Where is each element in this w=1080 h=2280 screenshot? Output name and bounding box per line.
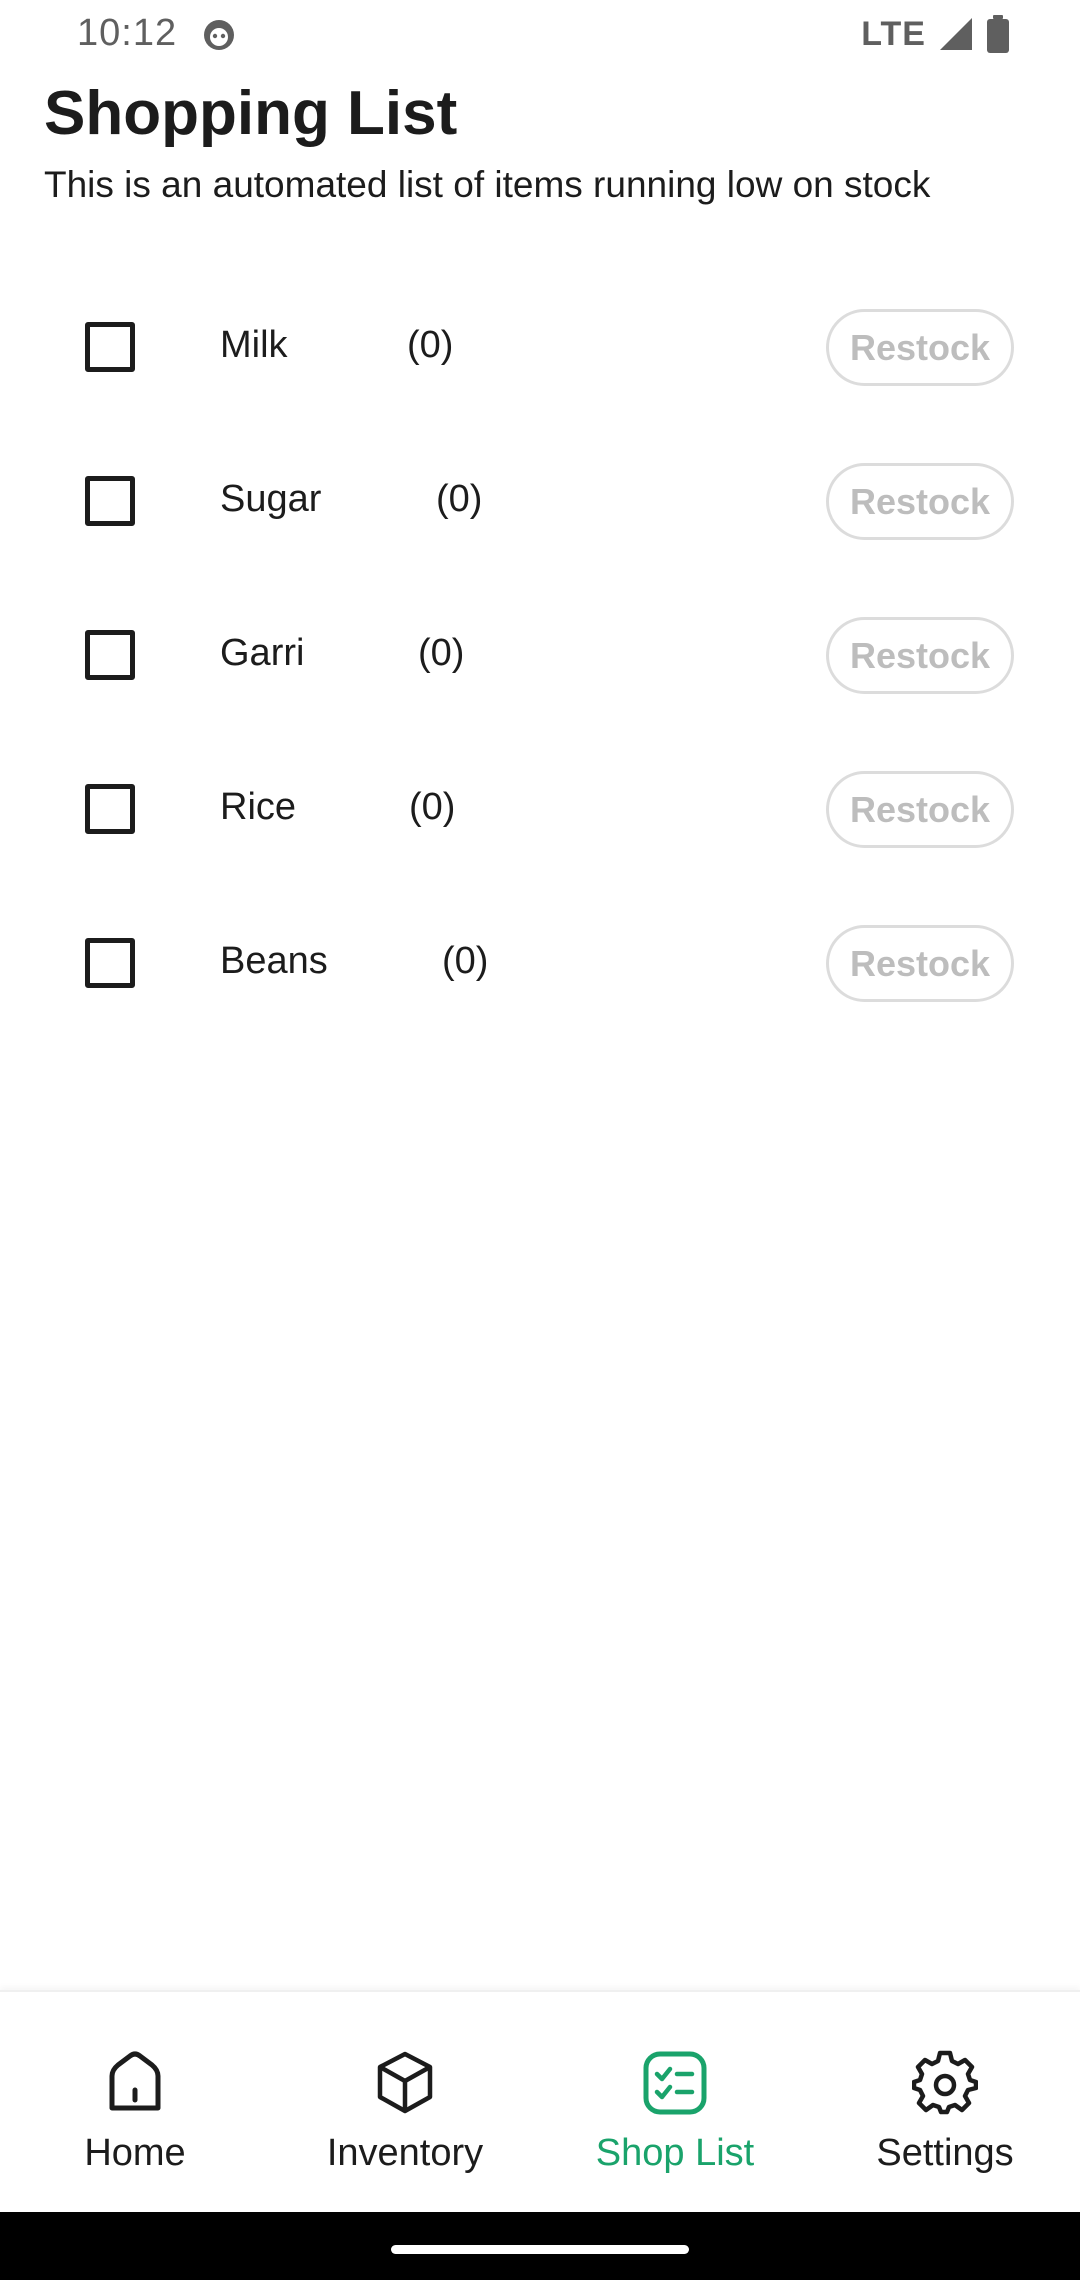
- shopping-list: Milk (0) Restock Sugar (0) Restock Garri…: [0, 270, 1080, 1040]
- system-navigation-bar: [0, 2212, 1080, 2280]
- network-type: LTE: [861, 14, 926, 53]
- restock-button[interactable]: Restock: [826, 771, 1014, 848]
- list-item: Beans (0) Restock: [0, 886, 1080, 1040]
- status-time: 10:12: [77, 12, 178, 54]
- nav-item-home[interactable]: Home: [0, 1992, 270, 2214]
- item-checkbox[interactable]: [85, 322, 135, 372]
- restock-button[interactable]: Restock: [826, 925, 1014, 1002]
- nav-label-settings: Settings: [876, 2132, 1014, 2174]
- list-item: Garri (0) Restock: [0, 578, 1080, 732]
- item-quantity: (0): [436, 478, 483, 520]
- signal-icon: [940, 18, 972, 50]
- item-checkbox[interactable]: [85, 784, 135, 834]
- restock-button[interactable]: Restock: [826, 617, 1014, 694]
- page-subtitle: This is an automated list of items runni…: [44, 164, 931, 205]
- screen: 10:12 LTE Shopping List This is an autom…: [0, 0, 1080, 2280]
- nav-item-shop-list[interactable]: Shop List: [540, 1992, 810, 2214]
- nav-item-inventory[interactable]: Inventory: [270, 1992, 540, 2214]
- box-icon: [377, 2051, 433, 2114]
- list-item: Milk (0) Restock: [0, 270, 1080, 424]
- nav-label-shop-list: Shop List: [595, 2132, 755, 2174]
- item-name: Milk: [220, 324, 288, 366]
- item-quantity: (0): [407, 324, 454, 366]
- home-gesture-handle[interactable]: [391, 2245, 689, 2254]
- item-checkbox[interactable]: [85, 476, 135, 526]
- nav-item-settings[interactable]: Settings: [810, 1992, 1080, 2214]
- list-item: Sugar (0) Restock: [0, 424, 1080, 578]
- item-name: Sugar: [220, 478, 322, 520]
- item-name: Garri: [220, 632, 305, 674]
- item-quantity: (0): [418, 632, 465, 674]
- item-name: Rice: [220, 786, 297, 828]
- item-checkbox[interactable]: [85, 630, 135, 680]
- status-right: LTE: [861, 14, 1010, 54]
- gear-icon: [912, 2050, 978, 2115]
- battery-icon: [987, 15, 1009, 53]
- item-quantity: (0): [409, 786, 456, 828]
- restock-button[interactable]: Restock: [826, 309, 1014, 386]
- nav-label-inventory: Inventory: [326, 2132, 484, 2174]
- page-title: Shopping List: [44, 79, 458, 148]
- item-quantity: (0): [442, 940, 489, 982]
- item-checkbox[interactable]: [85, 938, 135, 988]
- nav-label-home: Home: [84, 2132, 186, 2174]
- list-item: Rice (0) Restock: [0, 732, 1080, 886]
- restock-button[interactable]: Restock: [826, 463, 1014, 540]
- app-notification-icon: [204, 20, 234, 50]
- bottom-navigation: Home Inventory Shop List Settings: [0, 1990, 1080, 2212]
- checklist-icon: [643, 2051, 707, 2115]
- home-icon: [109, 2051, 161, 2111]
- status-bar: 10:12 LTE: [0, 0, 1080, 68]
- item-name: Beans: [220, 940, 328, 982]
